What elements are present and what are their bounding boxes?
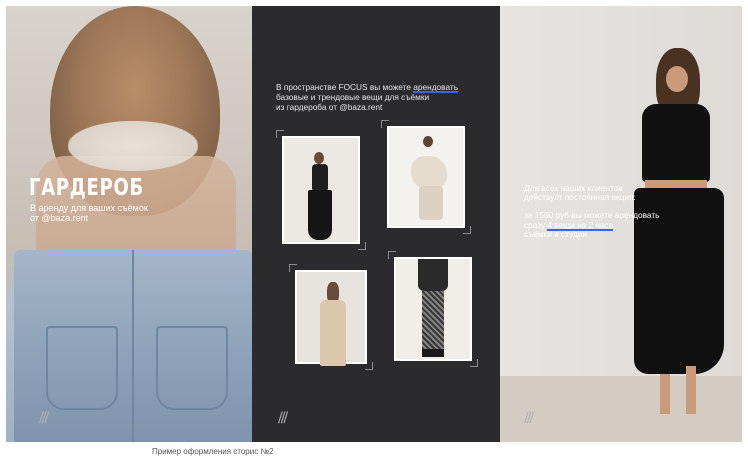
decor-slashes: /// — [278, 410, 288, 426]
frame-corner — [470, 359, 478, 367]
figure-shoes — [422, 349, 444, 357]
story-panel-wardrobe: ГАРДЕРОБ В аренду для ваших съёмок от @b… — [6, 6, 252, 442]
subtitle-line: от @baza.rent — [30, 213, 89, 223]
photo-lace-skirt — [394, 257, 472, 361]
figure-lace-skirt — [422, 291, 444, 349]
intro-text: В пространстве FOCUS вы можете арендоват… — [276, 82, 486, 112]
figure-top — [411, 156, 447, 190]
model-leg — [686, 366, 696, 414]
caption: Пример оформления сторис №2 — [152, 447, 274, 456]
photo-satin-dress — [295, 270, 367, 366]
promo-paragraph: Для всех наших клиентов действует постоя… — [524, 183, 674, 203]
photo-black-dress — [282, 136, 360, 244]
model-top — [642, 104, 710, 182]
figure-skirt — [419, 186, 443, 220]
story-panel-promo: Для всех наших клиентов действует постоя… — [500, 6, 742, 442]
promo-line: действует постоянная акция: — [524, 192, 636, 203]
promo-paragraph: за 1500 руб вы можете арендовать сразу 4… — [524, 211, 674, 239]
frame-corner — [358, 242, 366, 250]
decor-slashes: /// — [39, 410, 49, 426]
figure-dress — [320, 300, 346, 366]
right-pocket — [156, 326, 228, 410]
frame-corner — [463, 226, 471, 234]
promo-text: Для всех наших клиентов действует постоя… — [524, 183, 674, 248]
promo-line: съёмки в студии — [524, 228, 587, 239]
model-leg — [660, 374, 670, 414]
jeans-seam — [132, 250, 134, 442]
promo-line: сразу 4 вещи на 2 часа — [524, 219, 674, 230]
figure-top — [312, 164, 328, 192]
model-face — [666, 66, 688, 92]
frame-corner — [365, 362, 373, 370]
highlight-offer: 4 вещи на 2 часа — [547, 219, 614, 230]
figure-top — [418, 259, 448, 291]
figure-head — [423, 136, 433, 147]
top-image-area — [68, 121, 198, 171]
subtitle-line: В аренду для ваших съёмок — [30, 203, 148, 213]
intro-text-part: В пространстве FOCUS вы можете — [276, 82, 414, 92]
story-panel-collage: В пространстве FOCUS вы можете арендоват… — [252, 6, 500, 442]
photo-white-outfit — [387, 126, 465, 228]
wardrobe-title: ГАРДЕРОБ — [29, 175, 145, 201]
decor-slashes: /// — [524, 410, 534, 426]
wardrobe-subtitle: В аренду для ваших съёмок от @baza.rent — [30, 203, 170, 223]
floor-area — [500, 376, 742, 442]
figure-head — [314, 152, 324, 164]
highlight-rent: арендовать — [413, 82, 459, 92]
left-pocket — [46, 326, 118, 410]
figure-skirt — [308, 190, 332, 240]
intro-line: из гардероба от @baza.rent — [276, 101, 383, 112]
